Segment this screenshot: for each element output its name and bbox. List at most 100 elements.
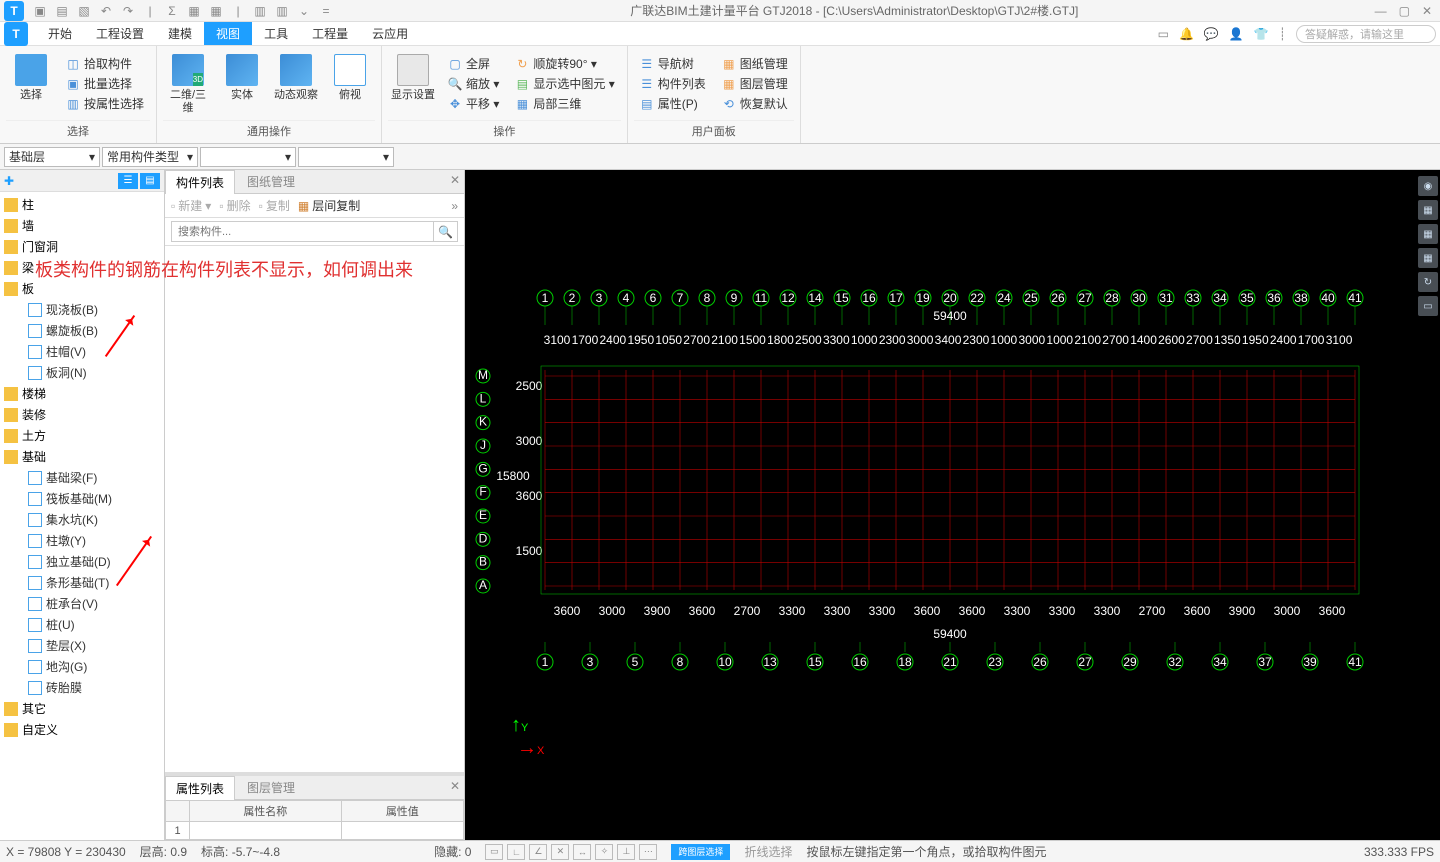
topbar-chat-icon[interactable]: 💬 bbox=[1204, 27, 1219, 41]
select-button[interactable]: 选择 bbox=[6, 52, 56, 104]
vt-select-icon[interactable]: ▭ bbox=[1418, 296, 1438, 316]
floor-dropdown[interactable]: 基础层▾ bbox=[4, 147, 100, 167]
pick-component-button[interactable]: ◫拾取构件 bbox=[64, 54, 146, 73]
vt-cube3-icon[interactable]: ▦ bbox=[1418, 248, 1438, 268]
menu-cloud[interactable]: 云应用 bbox=[360, 22, 420, 45]
topbar-book-icon[interactable]: ▭ bbox=[1158, 27, 1169, 41]
select-by-property-button[interactable]: ▥按属性选择 bbox=[64, 94, 146, 113]
display-settings-button[interactable]: 显示设置 bbox=[388, 52, 438, 104]
qa-dropdown-icon[interactable]: ⌄ bbox=[296, 3, 312, 19]
rotate90-button[interactable]: ↻顺旋转90° ▾ bbox=[513, 54, 616, 73]
topbar-shirt-icon[interactable]: 👕 bbox=[1254, 27, 1269, 41]
menu-quantity[interactable]: 工程量 bbox=[300, 22, 360, 45]
menu-modeling[interactable]: 建模 bbox=[156, 22, 204, 45]
leftnav-view2-icon[interactable]: ▤ bbox=[140, 173, 160, 189]
tree-group-tufang[interactable]: 土方 bbox=[0, 425, 164, 446]
view-orbit-button[interactable]: 动态观察 bbox=[271, 52, 321, 104]
batch-select-button[interactable]: ▣批量选择 bbox=[64, 74, 146, 93]
tree-group-zidingyi[interactable]: 自定义 bbox=[0, 719, 164, 740]
tab-drawing-mgmt[interactable]: 图纸管理 bbox=[237, 170, 305, 193]
tree-group-zhu[interactable]: 柱 bbox=[0, 194, 164, 215]
tree-item-luoxuanban[interactable]: 螺旋板(B) bbox=[0, 320, 164, 341]
panel-close-icon[interactable]: ✕ bbox=[450, 173, 460, 187]
show-selected-button[interactable]: ▤显示选中图元 ▾ bbox=[513, 74, 616, 93]
tree-item-zhuangchengtai[interactable]: 桩承台(V) bbox=[0, 593, 164, 614]
prop-name-cell[interactable] bbox=[190, 822, 342, 840]
tab-property-list[interactable]: 属性列表 bbox=[165, 776, 235, 800]
prop-value-cell[interactable] bbox=[341, 822, 463, 840]
qa-doc2-icon[interactable]: ▦ bbox=[208, 3, 224, 19]
tree-item-bandong[interactable]: 板洞(N) bbox=[0, 362, 164, 383]
dropdown-3[interactable]: ▾ bbox=[200, 147, 296, 167]
qa-equals-icon[interactable]: = bbox=[318, 3, 334, 19]
cross-layer-select-button[interactable]: 跨图层选择 bbox=[671, 844, 730, 860]
qa-redo-icon[interactable]: ↷ bbox=[120, 3, 136, 19]
layer-copy-button[interactable]: ▦层间复制 bbox=[298, 197, 360, 214]
sb-tool4-icon[interactable]: ✕ bbox=[551, 844, 569, 860]
window-close[interactable]: ✕ bbox=[1422, 4, 1432, 18]
local-3d-button[interactable]: ▦局部三维 bbox=[513, 94, 616, 113]
tree-group-louti[interactable]: 楼梯 bbox=[0, 383, 164, 404]
tree-group-qiang[interactable]: 墙 bbox=[0, 215, 164, 236]
view-2d3d-button[interactable]: 3D二维/三维 bbox=[163, 52, 213, 117]
leftnav-view1-icon[interactable]: ☰ bbox=[118, 173, 138, 189]
polyline-select-button[interactable]: 折线选择 bbox=[744, 843, 792, 860]
vt-refresh-icon[interactable]: ↻ bbox=[1418, 272, 1438, 292]
sb-tool8-icon[interactable]: ⋯ bbox=[639, 844, 657, 860]
new-component-button[interactable]: ▫新建 ▾ bbox=[171, 197, 211, 214]
copy-component-button[interactable]: ▫复制 bbox=[259, 197, 290, 214]
property-p-button[interactable]: ▤属性(P) bbox=[638, 94, 708, 113]
window-restore[interactable]: ▢ bbox=[1399, 4, 1410, 18]
sb-tool2-icon[interactable]: ∟ bbox=[507, 844, 525, 860]
topbar-bell-icon[interactable]: 🔔 bbox=[1179, 27, 1194, 41]
zoom-button[interactable]: 🔍缩放 ▾ bbox=[446, 74, 501, 93]
tab-layer-mgmt-2[interactable]: 图层管理 bbox=[237, 776, 305, 799]
pan-button[interactable]: ✥平移 ▾ bbox=[446, 94, 501, 113]
qa-save-icon[interactable]: ▣ bbox=[32, 3, 48, 19]
tree-item-zhuantaimo[interactable]: 砖胎膜 bbox=[0, 677, 164, 698]
component-search-input[interactable] bbox=[171, 221, 434, 242]
topbar-user-icon[interactable]: 👤 bbox=[1229, 27, 1244, 41]
vt-cube1-icon[interactable]: ▦ bbox=[1418, 200, 1438, 220]
sb-tool3-icon[interactable]: ∠ bbox=[529, 844, 547, 860]
fullscreen-button[interactable]: ▢全屏 bbox=[446, 54, 501, 73]
component-list-button[interactable]: ☰构件列表 bbox=[638, 74, 708, 93]
menu-view[interactable]: 视图 bbox=[204, 22, 252, 45]
menu-start[interactable]: 开始 bbox=[36, 22, 84, 45]
drawing-viewport[interactable]: 1234678911121415161719202224252627283031… bbox=[465, 170, 1440, 840]
leftnav-plus-icon[interactable]: ✚ bbox=[4, 174, 14, 188]
tree-item-zhudun[interactable]: 柱墩(Y) bbox=[0, 530, 164, 551]
tree-group-jichu[interactable]: 基础 bbox=[0, 446, 164, 467]
qa-folder-icon[interactable]: ▧ bbox=[76, 3, 92, 19]
menu-project-settings[interactable]: 工程设置 bbox=[84, 22, 156, 45]
tree-item-digou[interactable]: 地沟(G) bbox=[0, 656, 164, 677]
qa-doc-icon[interactable]: ▦ bbox=[186, 3, 202, 19]
menu-tools[interactable]: 工具 bbox=[252, 22, 300, 45]
dropdown-4[interactable]: ▾ bbox=[298, 147, 394, 167]
tree-item-fabanjichu[interactable]: 筏板基础(M) bbox=[0, 488, 164, 509]
prop-panel-close-icon[interactable]: ✕ bbox=[450, 779, 460, 793]
delete-component-button[interactable]: ▫删除 bbox=[219, 197, 250, 214]
window-minimize[interactable]: — bbox=[1375, 4, 1387, 18]
tree-group-zhuangxiu[interactable]: 装修 bbox=[0, 404, 164, 425]
sb-tool1-icon[interactable]: ▭ bbox=[485, 844, 503, 860]
toolbar-more-icon[interactable]: » bbox=[451, 199, 458, 213]
restore-default-button[interactable]: ⟲恢复默认 bbox=[720, 94, 790, 113]
qa-open-icon[interactable]: ▤ bbox=[54, 3, 70, 19]
layer-mgmt-button[interactable]: ▦图层管理 bbox=[720, 74, 790, 93]
drawing-mgmt-button[interactable]: ▦图纸管理 bbox=[720, 54, 790, 73]
qa-settings-icon[interactable]: ▥ bbox=[252, 3, 268, 19]
tab-component-list[interactable]: 构件列表 bbox=[165, 170, 235, 194]
help-search-input[interactable]: 答疑解惑，请输这里 bbox=[1296, 25, 1436, 43]
nav-tree-button[interactable]: ☰导航树 bbox=[638, 54, 708, 73]
tree-item-dianceng[interactable]: 垫层(X) bbox=[0, 635, 164, 656]
sb-tool5-icon[interactable]: ↔ bbox=[573, 844, 591, 860]
qa-sigma-icon[interactable]: Σ bbox=[164, 3, 180, 19]
vt-sphere-icon[interactable]: ◉ bbox=[1418, 176, 1438, 196]
qa-settings2-icon[interactable]: ▥ bbox=[274, 3, 290, 19]
view-top-button[interactable]: 俯视 bbox=[325, 52, 375, 104]
component-type-dropdown[interactable]: 常用构件类型▾ bbox=[102, 147, 198, 167]
view-solid-button[interactable]: 实体 bbox=[217, 52, 267, 104]
tree-item-zhumao[interactable]: 柱帽(V) bbox=[0, 341, 164, 362]
tree-item-jishuikeng[interactable]: 集水坑(K) bbox=[0, 509, 164, 530]
